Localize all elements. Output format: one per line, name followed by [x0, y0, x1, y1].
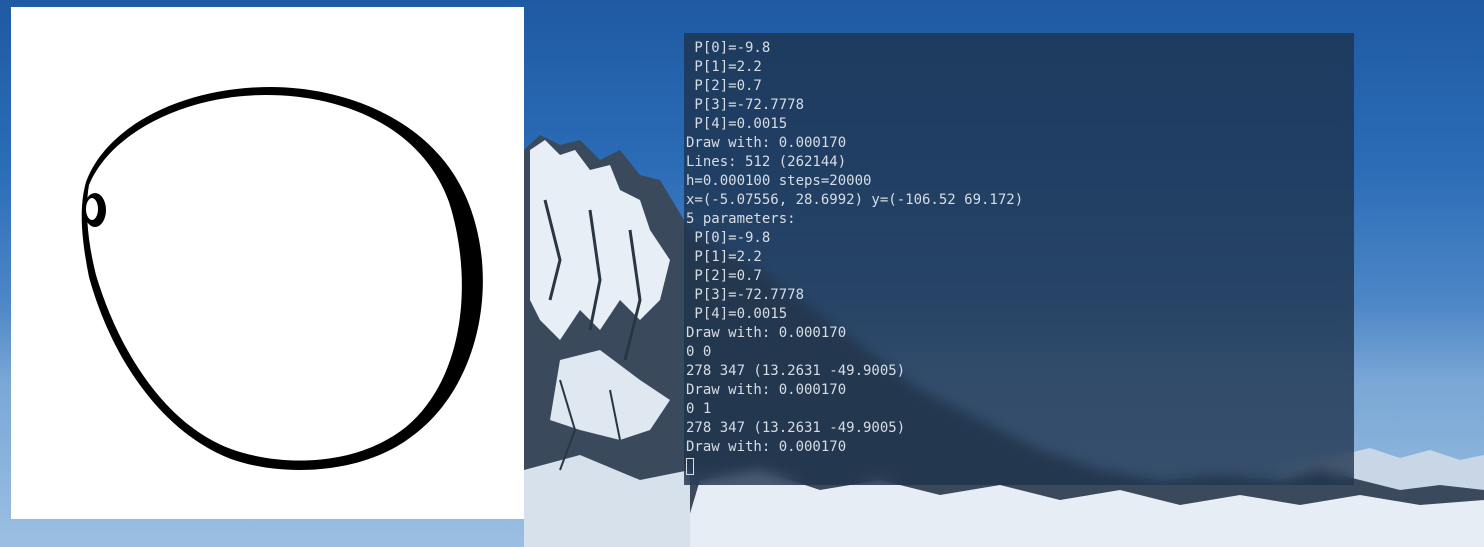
terminal-line: P[2]=0.7	[686, 78, 762, 94]
terminal-line: P[3]=-72.7778	[686, 97, 805, 113]
terminal-line: P[1]=2.2	[686, 59, 762, 75]
terminal-line: h=0.000100 steps=20000	[686, 173, 872, 189]
terminal-line: P[1]=2.2	[686, 249, 762, 265]
terminal-line: P[2]=0.7	[686, 268, 762, 284]
terminal-line: P[0]=-9.8	[686, 230, 771, 246]
terminal-line: P[3]=-72.7778	[686, 287, 805, 303]
terminal-line: Lines: 512 (262144)	[686, 154, 847, 170]
terminal-line: Draw with: 0.000170	[686, 135, 847, 151]
terminal-line: P[0]=-9.8	[686, 40, 771, 56]
terminal-line: Draw with: 0.000170	[686, 382, 847, 398]
terminal-line: 278 347 (13.2631 -49.9005)	[686, 363, 906, 379]
terminal-line: Draw with: 0.000170	[686, 325, 847, 341]
terminal-line: 278 347 (13.2631 -49.9005)	[686, 420, 906, 436]
terminal-line: x=(-5.07556, 28.6992) y=(-106.52 69.172)	[686, 192, 1024, 208]
plot-window[interactable]	[11, 7, 524, 519]
terminal-line: 5 parameters:	[686, 211, 796, 227]
terminal-line: Draw with: 0.000170	[686, 439, 847, 455]
text-cursor	[686, 458, 694, 475]
terminal-line: P[4]=0.0015	[686, 116, 788, 132]
terminal-output: P[0]=-9.8 P[1]=2.2 P[2]=0.7 P[3]=-72.777…	[686, 39, 1023, 476]
terminal-line: 0 1	[686, 401, 712, 417]
terminal-window[interactable]: P[0]=-9.8 P[1]=2.2 P[2]=0.7 P[3]=-72.777…	[684, 33, 1354, 485]
phase-plot-canvas	[81, 87, 483, 470]
terminal-prompt-line[interactable]	[686, 457, 1023, 476]
terminal-line: P[4]=0.0015	[686, 306, 788, 322]
terminal-line: 0 0	[686, 344, 712, 360]
